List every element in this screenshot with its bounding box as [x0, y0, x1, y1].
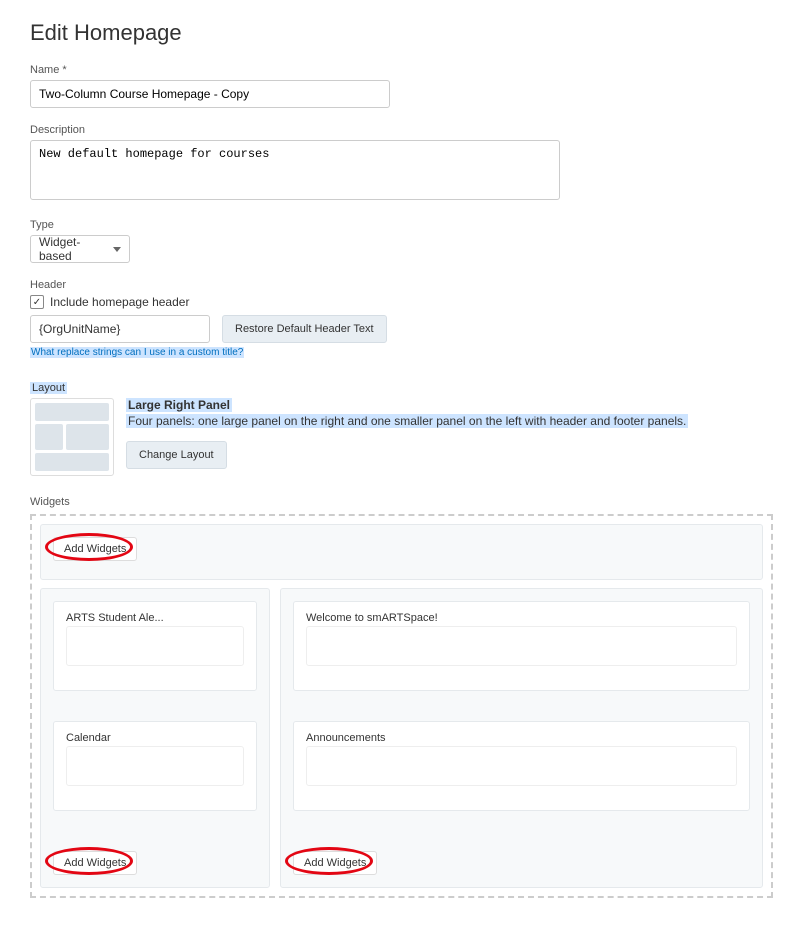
add-widgets-left-button[interactable]: Add Widgets: [53, 851, 137, 875]
widget-right-panel: Welcome to smARTSpace! Announcements Add…: [280, 588, 763, 888]
type-label: Type: [30, 219, 773, 231]
widget-card-arts[interactable]: ARTS Student Ale...: [53, 601, 257, 691]
page-title: Edit Homepage: [30, 20, 773, 46]
layout-name: Large Right Panel: [126, 398, 232, 412]
widgets-container: Add Widgets ARTS Student Ale... Calendar: [30, 514, 773, 898]
restore-header-button[interactable]: Restore Default Header Text: [222, 315, 387, 343]
name-input[interactable]: [30, 80, 390, 108]
widget-card-announcements[interactable]: Announcements: [293, 721, 750, 811]
chevron-down-icon: [113, 247, 121, 252]
replace-strings-help-link[interactable]: What replace strings can I use in a cust…: [30, 347, 244, 358]
widget-header-panel: Add Widgets: [40, 524, 763, 580]
layout-label: Layout: [30, 382, 67, 394]
layout-thumbnail: [30, 398, 114, 476]
layout-description: Four panels: one large panel on the righ…: [126, 414, 688, 428]
widget-card-title: Announcements: [306, 732, 737, 744]
header-label: Header: [30, 279, 773, 291]
add-widgets-right-button[interactable]: Add Widgets: [293, 851, 377, 875]
widget-card-calendar[interactable]: Calendar: [53, 721, 257, 811]
header-title-input[interactable]: [30, 315, 210, 343]
type-select[interactable]: Widget-based: [30, 235, 130, 263]
description-textarea[interactable]: [30, 140, 560, 200]
widget-left-panel: ARTS Student Ale... Calendar Add Widgets: [40, 588, 270, 888]
description-label: Description: [30, 124, 773, 136]
widgets-label: Widgets: [30, 496, 773, 508]
widget-card-welcome[interactable]: Welcome to smARTSpace!: [293, 601, 750, 691]
type-selected-value: Widget-based: [39, 235, 107, 263]
add-widgets-header-button[interactable]: Add Widgets: [53, 537, 137, 561]
include-header-checkbox[interactable]: ✓: [30, 295, 44, 309]
include-header-label: Include homepage header: [50, 295, 189, 309]
widget-card-title: Calendar: [66, 732, 244, 744]
widget-card-title: Welcome to smARTSpace!: [306, 612, 737, 624]
widget-card-title: ARTS Student Ale...: [66, 612, 244, 624]
change-layout-button[interactable]: Change Layout: [126, 441, 227, 469]
name-label: Name *: [30, 64, 773, 76]
